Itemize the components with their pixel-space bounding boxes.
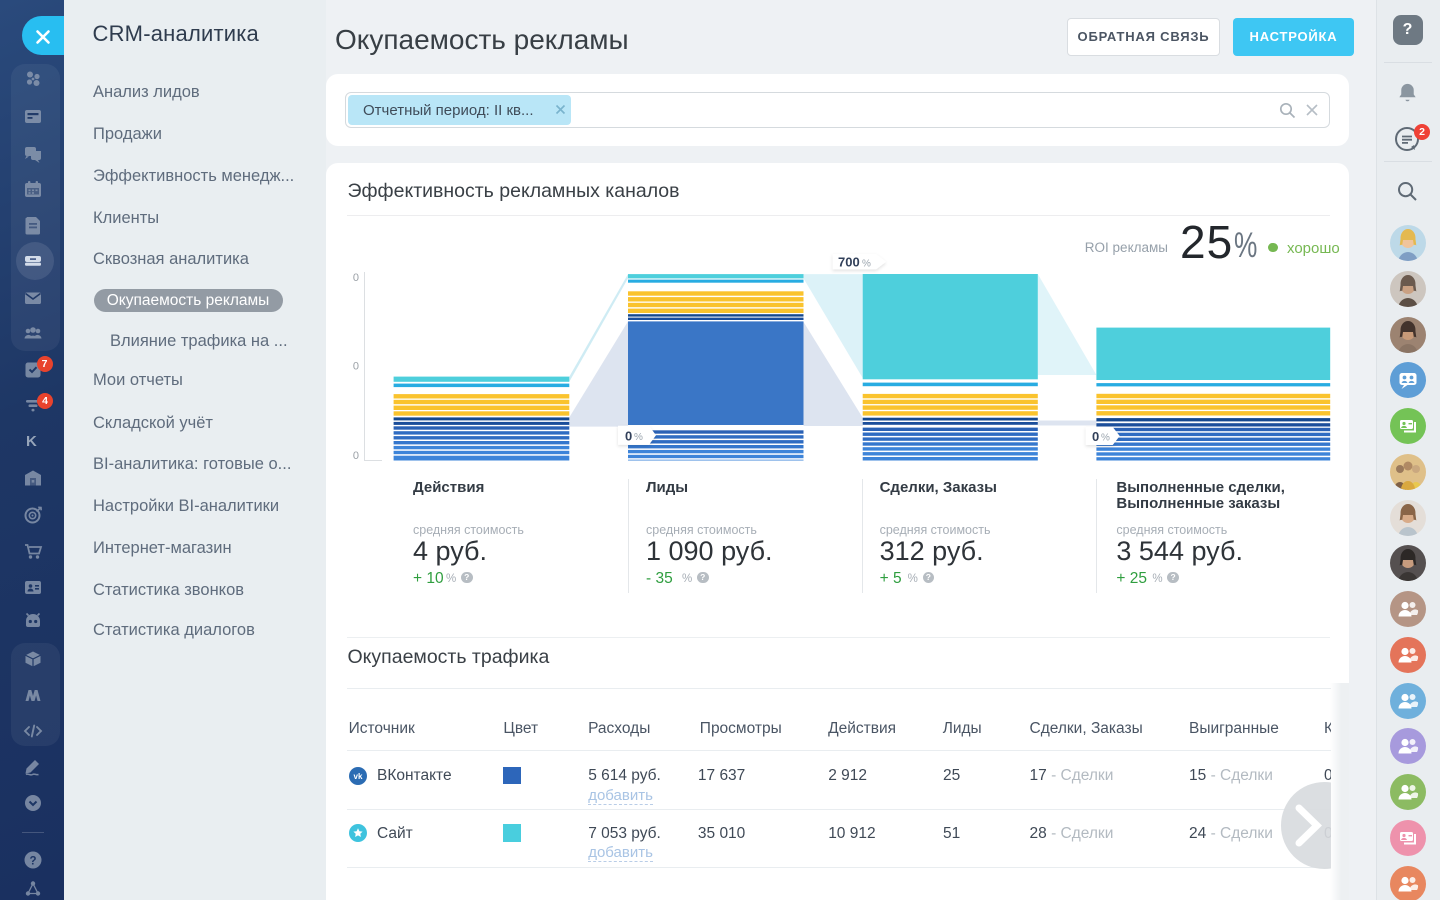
svg-text:?: ? <box>29 855 36 867</box>
svg-text:vk: vk <box>353 772 362 781</box>
